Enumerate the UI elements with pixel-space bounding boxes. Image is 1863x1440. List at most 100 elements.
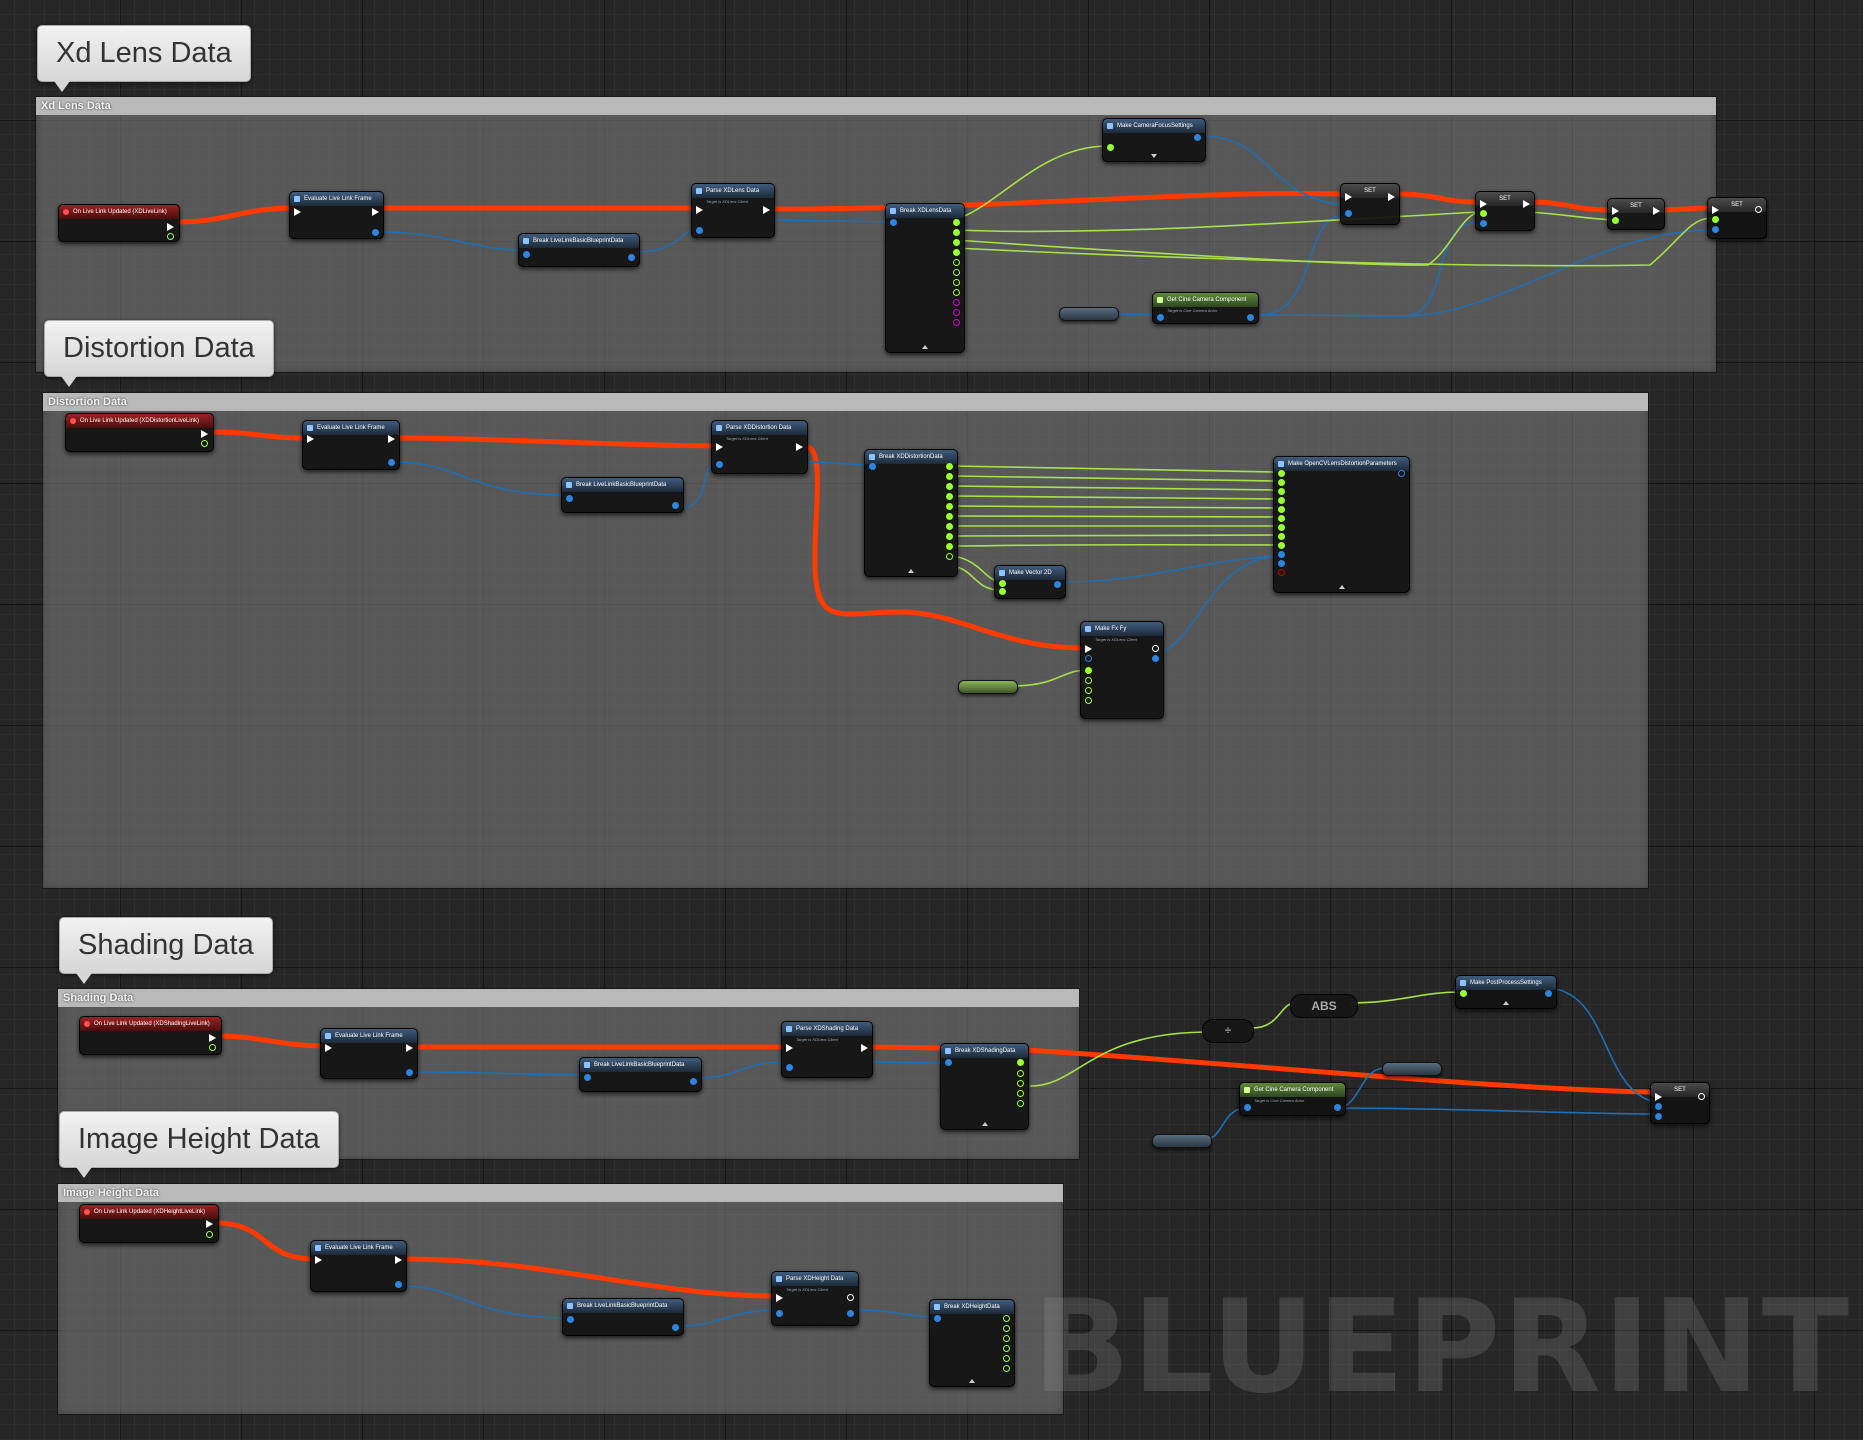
data-out-pin[interactable]: [672, 1324, 679, 1331]
float-in-pin[interactable]: [1612, 217, 1619, 224]
data-in-pin[interactable]: [776, 1310, 783, 1317]
float-in-pin[interactable]: [1278, 542, 1285, 549]
function-node-make-post-process[interactable]: Make PostProcessSettings: [1455, 975, 1557, 1009]
data-out-pin[interactable]: [406, 1069, 413, 1076]
exec-out-pin[interactable]: [1698, 1093, 1705, 1100]
function-node-make-camera-focus[interactable]: Make CameraFocusSettings: [1102, 118, 1206, 162]
exec-out-pin[interactable]: [372, 208, 379, 216]
comment-bubble-xd-lens[interactable]: Xd Lens Data: [37, 25, 251, 92]
data-in-pin[interactable]: [716, 461, 723, 468]
float-out-pin[interactable]: [953, 279, 960, 286]
float-out-pin[interactable]: [1003, 1315, 1010, 1322]
exec-in-pin[interactable]: [1655, 1093, 1662, 1101]
actor-reference-variable[interactable]: [1152, 1134, 1212, 1148]
float-out-pin[interactable]: [953, 219, 960, 226]
float-in-pin[interactable]: [1460, 990, 1467, 997]
float-out-pin[interactable]: [946, 553, 953, 560]
exec-out-pin[interactable]: [395, 1256, 402, 1264]
target-in-pin[interactable]: [1480, 220, 1487, 227]
float-out-pin[interactable]: [1003, 1365, 1010, 1372]
float-out-pin[interactable]: [953, 229, 960, 236]
bool-in-pin[interactable]: [1278, 569, 1285, 576]
exec-out-pin[interactable]: [1755, 206, 1762, 213]
float-out-pin[interactable]: [1017, 1090, 1024, 1097]
exec-out-pin[interactable]: [796, 443, 803, 451]
float-in-pin[interactable]: [1278, 506, 1285, 513]
float-in-pin[interactable]: [999, 588, 1006, 595]
set-node-post-process[interactable]: SET: [1650, 1082, 1710, 1124]
int-out-pin[interactable]: [953, 309, 960, 316]
event-node-lens-live-link[interactable]: On Live Link Updated (XDLiveLink): [58, 204, 180, 242]
function-node-parse-xdheight[interactable]: Parse XDHeight Data Target is XDLens Clie…: [771, 1271, 859, 1326]
float-out-pin[interactable]: [1017, 1070, 1024, 1077]
exec-out-pin[interactable]: [861, 1044, 868, 1052]
object-out-pin[interactable]: [1334, 1104, 1341, 1111]
function-node-break-xdshading[interactable]: Break XDShadingData: [940, 1043, 1029, 1130]
exec-in-pin[interactable]: [786, 1044, 793, 1052]
float-in-pin[interactable]: [1085, 697, 1092, 704]
set-node-3[interactable]: SET: [1607, 198, 1665, 230]
float-in-pin[interactable]: [1085, 667, 1092, 674]
exec-in-pin[interactable]: [716, 443, 723, 451]
function-node-make-opencv-distortion[interactable]: Make OpenCVLensDistortionParameters: [1273, 456, 1410, 593]
data-in-pin[interactable]: [566, 495, 573, 502]
exec-in-pin[interactable]: [776, 1294, 783, 1302]
data-out-pin[interactable]: [847, 1310, 854, 1317]
vector-out-pin[interactable]: [1054, 581, 1061, 588]
function-node-make-vector-2d[interactable]: Make Vector 2D: [994, 565, 1066, 599]
collapse-arrow-icon[interactable]: [908, 569, 914, 573]
function-node-break-xdheight[interactable]: Break XDHeightData: [929, 1299, 1015, 1387]
float-in-pin[interactable]: [1480, 210, 1487, 217]
comment-bubble-shading[interactable]: Shading Data: [59, 917, 273, 984]
int-out-pin[interactable]: [953, 319, 960, 326]
float-in-pin[interactable]: [1278, 479, 1285, 486]
function-node-break-basic-data[interactable]: Break LiveLinkBasicBlueprintData: [518, 233, 640, 267]
function-node-evaluate-frame[interactable]: Evaluate Live Link Frame: [302, 420, 400, 470]
function-node-break-xddistortion[interactable]: Break XDDistortionData: [864, 449, 958, 577]
float-out-pin[interactable]: [946, 493, 953, 500]
exec-out-pin[interactable]: [206, 1220, 213, 1228]
data-out-pin[interactable]: [167, 233, 174, 240]
exec-out-pin[interactable]: [1152, 645, 1159, 652]
exec-out-pin[interactable]: [1523, 200, 1530, 208]
struct-in-pin[interactable]: [1345, 210, 1352, 217]
target-in-pin[interactable]: [1712, 226, 1719, 233]
float-out-pin[interactable]: [946, 543, 953, 550]
data-in-pin[interactable]: [890, 219, 897, 226]
vector-out-pin[interactable]: [1152, 655, 1159, 662]
float-out-pin[interactable]: [953, 239, 960, 246]
comment-bubble-distortion[interactable]: Distortion Data: [44, 320, 274, 387]
target-in-pin[interactable]: [1244, 1104, 1251, 1111]
float-out-pin[interactable]: [953, 249, 960, 256]
data-out-pin[interactable]: [388, 459, 395, 466]
exec-out-pin[interactable]: [406, 1044, 413, 1052]
exec-in-pin[interactable]: [1712, 206, 1719, 214]
abs-function-node[interactable]: ABS: [1290, 994, 1358, 1018]
target-in-pin[interactable]: [1085, 655, 1092, 662]
vector-in-pin[interactable]: [1278, 560, 1285, 567]
float-out-pin[interactable]: [1017, 1100, 1024, 1107]
struct-out-pin[interactable]: [1194, 134, 1201, 141]
struct-out-pin[interactable]: [1545, 990, 1552, 997]
function-node-parse-xdshading[interactable]: Parse XDShading Data Target is XDLens Cli…: [781, 1021, 873, 1078]
set-node-1[interactable]: SET: [1340, 183, 1400, 225]
data-in-pin[interactable]: [696, 227, 703, 234]
float-in-pin[interactable]: [1712, 216, 1719, 223]
collapse-arrow-icon[interactable]: [922, 345, 928, 349]
data-out-pin[interactable]: [672, 502, 679, 509]
data-in-pin[interactable]: [786, 1064, 793, 1071]
exec-in-pin[interactable]: [696, 206, 703, 214]
actor-reference-variable[interactable]: [1059, 307, 1119, 321]
collapse-arrow-icon[interactable]: [981, 1122, 988, 1126]
float-in-pin[interactable]: [1278, 488, 1285, 495]
float-out-pin[interactable]: [1003, 1335, 1010, 1342]
float-out-pin[interactable]: [953, 269, 960, 276]
float-out-pin[interactable]: [953, 289, 960, 296]
data-in-pin[interactable]: [584, 1074, 591, 1081]
vector-in-pin[interactable]: [1278, 551, 1285, 558]
collapse-arrow-icon[interactable]: [969, 1379, 975, 1383]
collapse-arrow-icon[interactable]: [1503, 1001, 1509, 1005]
float-in-pin[interactable]: [1085, 687, 1092, 694]
event-node-shading-live-link[interactable]: On Live Link Updated (XDShadingLiveLink): [79, 1016, 222, 1055]
event-node-distortion-live-link[interactable]: On Live Link Updated (XDDistortionLiveLi…: [65, 413, 214, 452]
